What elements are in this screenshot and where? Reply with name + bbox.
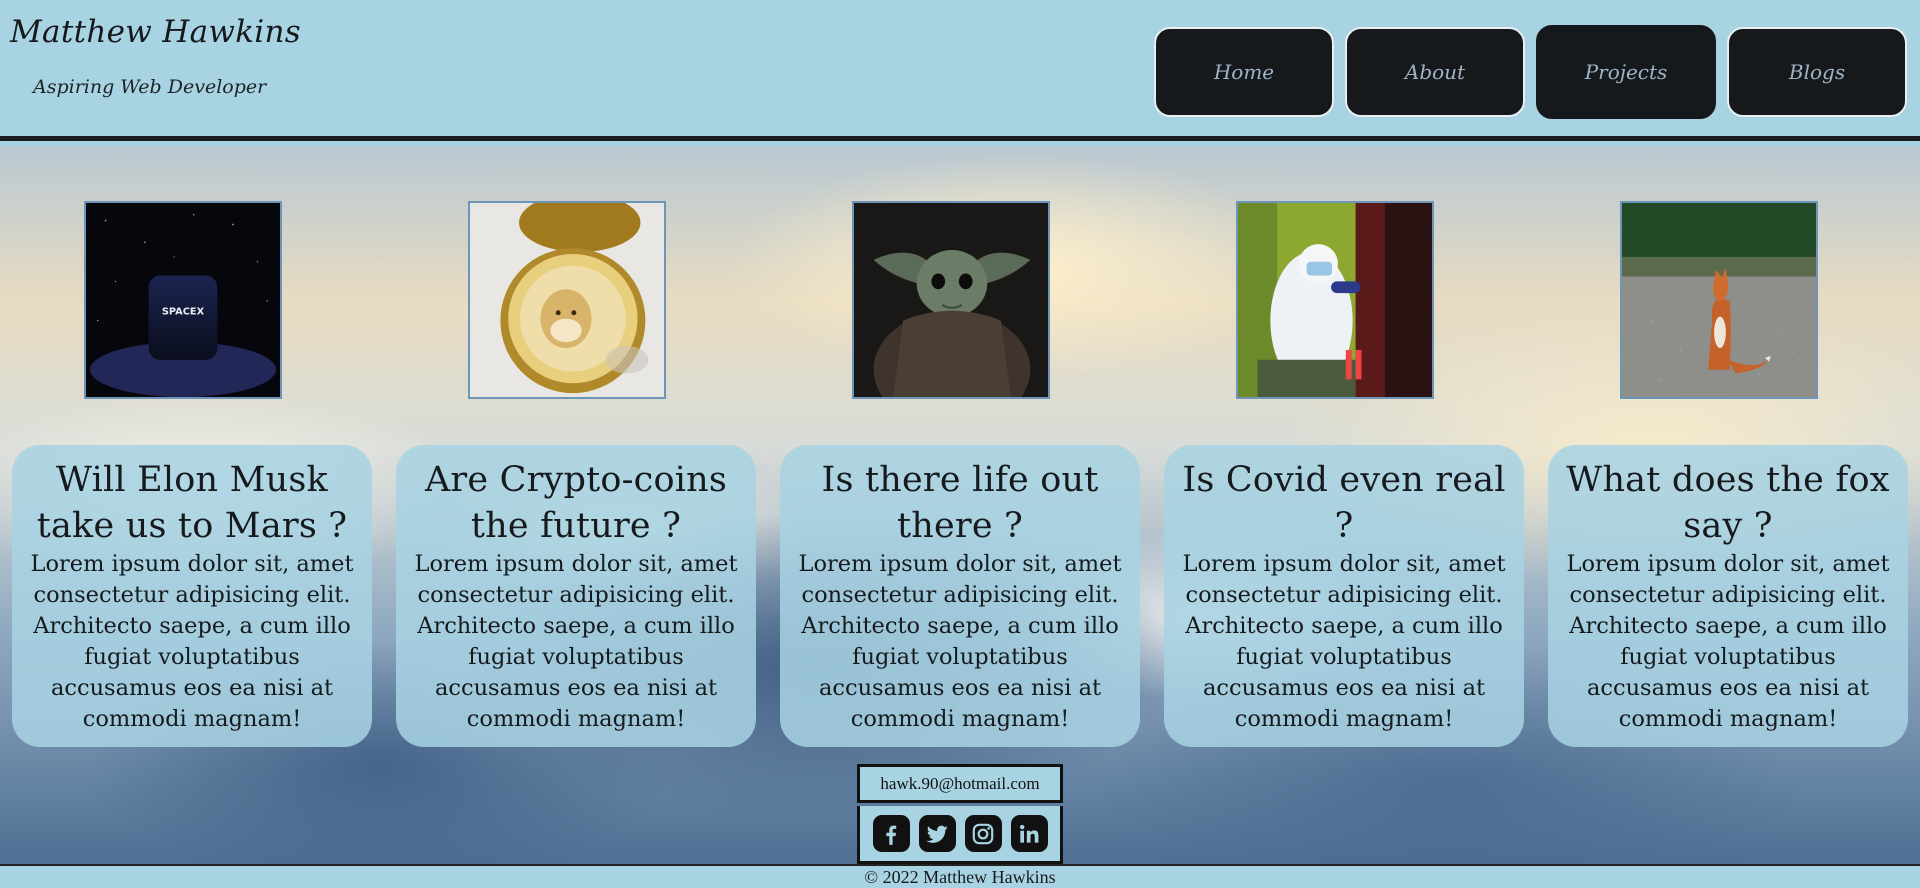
post-body: Lorem ipsum dolor sit, amet consectetur … [414,551,738,732]
facebook-icon[interactable] [872,815,910,852]
post-body: Lorem ipsum dolor sit, amet consectetur … [1182,551,1506,732]
footer-copyright: © 2022 Matthew Hawkins [0,864,1920,888]
post-body: Lorem ipsum dolor sit, amet consectetur … [798,551,1122,732]
post-title: What does the fox say ? [1566,460,1890,546]
spacex-cube-image[interactable]: SPACEX [84,201,282,399]
fox-image[interactable] [1620,201,1818,399]
instagram-icon[interactable] [964,815,1002,852]
site-header: Matthew Hawkins Aspiring Web Developer H… [0,0,1920,141]
nav-projects-button[interactable]: Projects [1536,25,1716,119]
social-links [857,806,1063,864]
post-body: Lorem ipsum dolor sit, amet consectetur … [30,551,354,732]
post-card-4[interactable]: Is Covid even real ? Lorem ipsum dolor s… [1164,445,1524,747]
nav-home-button[interactable]: Home [1154,27,1334,117]
post-title: Is Covid even real ? [1182,460,1506,546]
spacex-logo-text: SPACEX [162,307,205,318]
post-title: Are Crypto-coins the future ? [424,460,728,546]
covid-test-image[interactable] [1236,201,1434,399]
post-card-2[interactable]: Are Crypto-coins the future ? Lorem ipsu… [396,445,756,747]
post-body: Lorem ipsum dolor sit, amet consectetur … [1566,551,1890,732]
main-nav: Home About Projects Blogs [1154,25,1907,119]
post-title: Is there life out there ? [821,460,1099,546]
dogecoin-image[interactable] [468,201,666,399]
baby-yoda-image[interactable] [852,201,1050,399]
contact-email[interactable]: hawk.90@hotmail.com [857,764,1063,803]
nav-about-button[interactable]: About [1345,27,1525,117]
site-subtitle: Aspiring Web Developer [33,76,267,98]
post-card-3[interactable]: Is there life out there ? Lorem ipsum do… [780,445,1140,747]
site-title: Matthew Hawkins [10,14,301,50]
linkedin-icon[interactable] [1010,815,1048,852]
post-card-1[interactable]: Will Elon Musk take us to Mars ? Lorem i… [12,445,372,747]
post-title: Will Elon Musk take us to Mars ? [36,460,348,546]
nav-blogs-button[interactable]: Blogs [1727,27,1907,117]
sky-background: SPACEX Will Elon Musk take us to Mars ? … [0,146,1920,864]
post-card-5[interactable]: What does the fox say ? Lorem ipsum dolo… [1548,445,1908,747]
twitter-icon[interactable] [918,815,956,852]
